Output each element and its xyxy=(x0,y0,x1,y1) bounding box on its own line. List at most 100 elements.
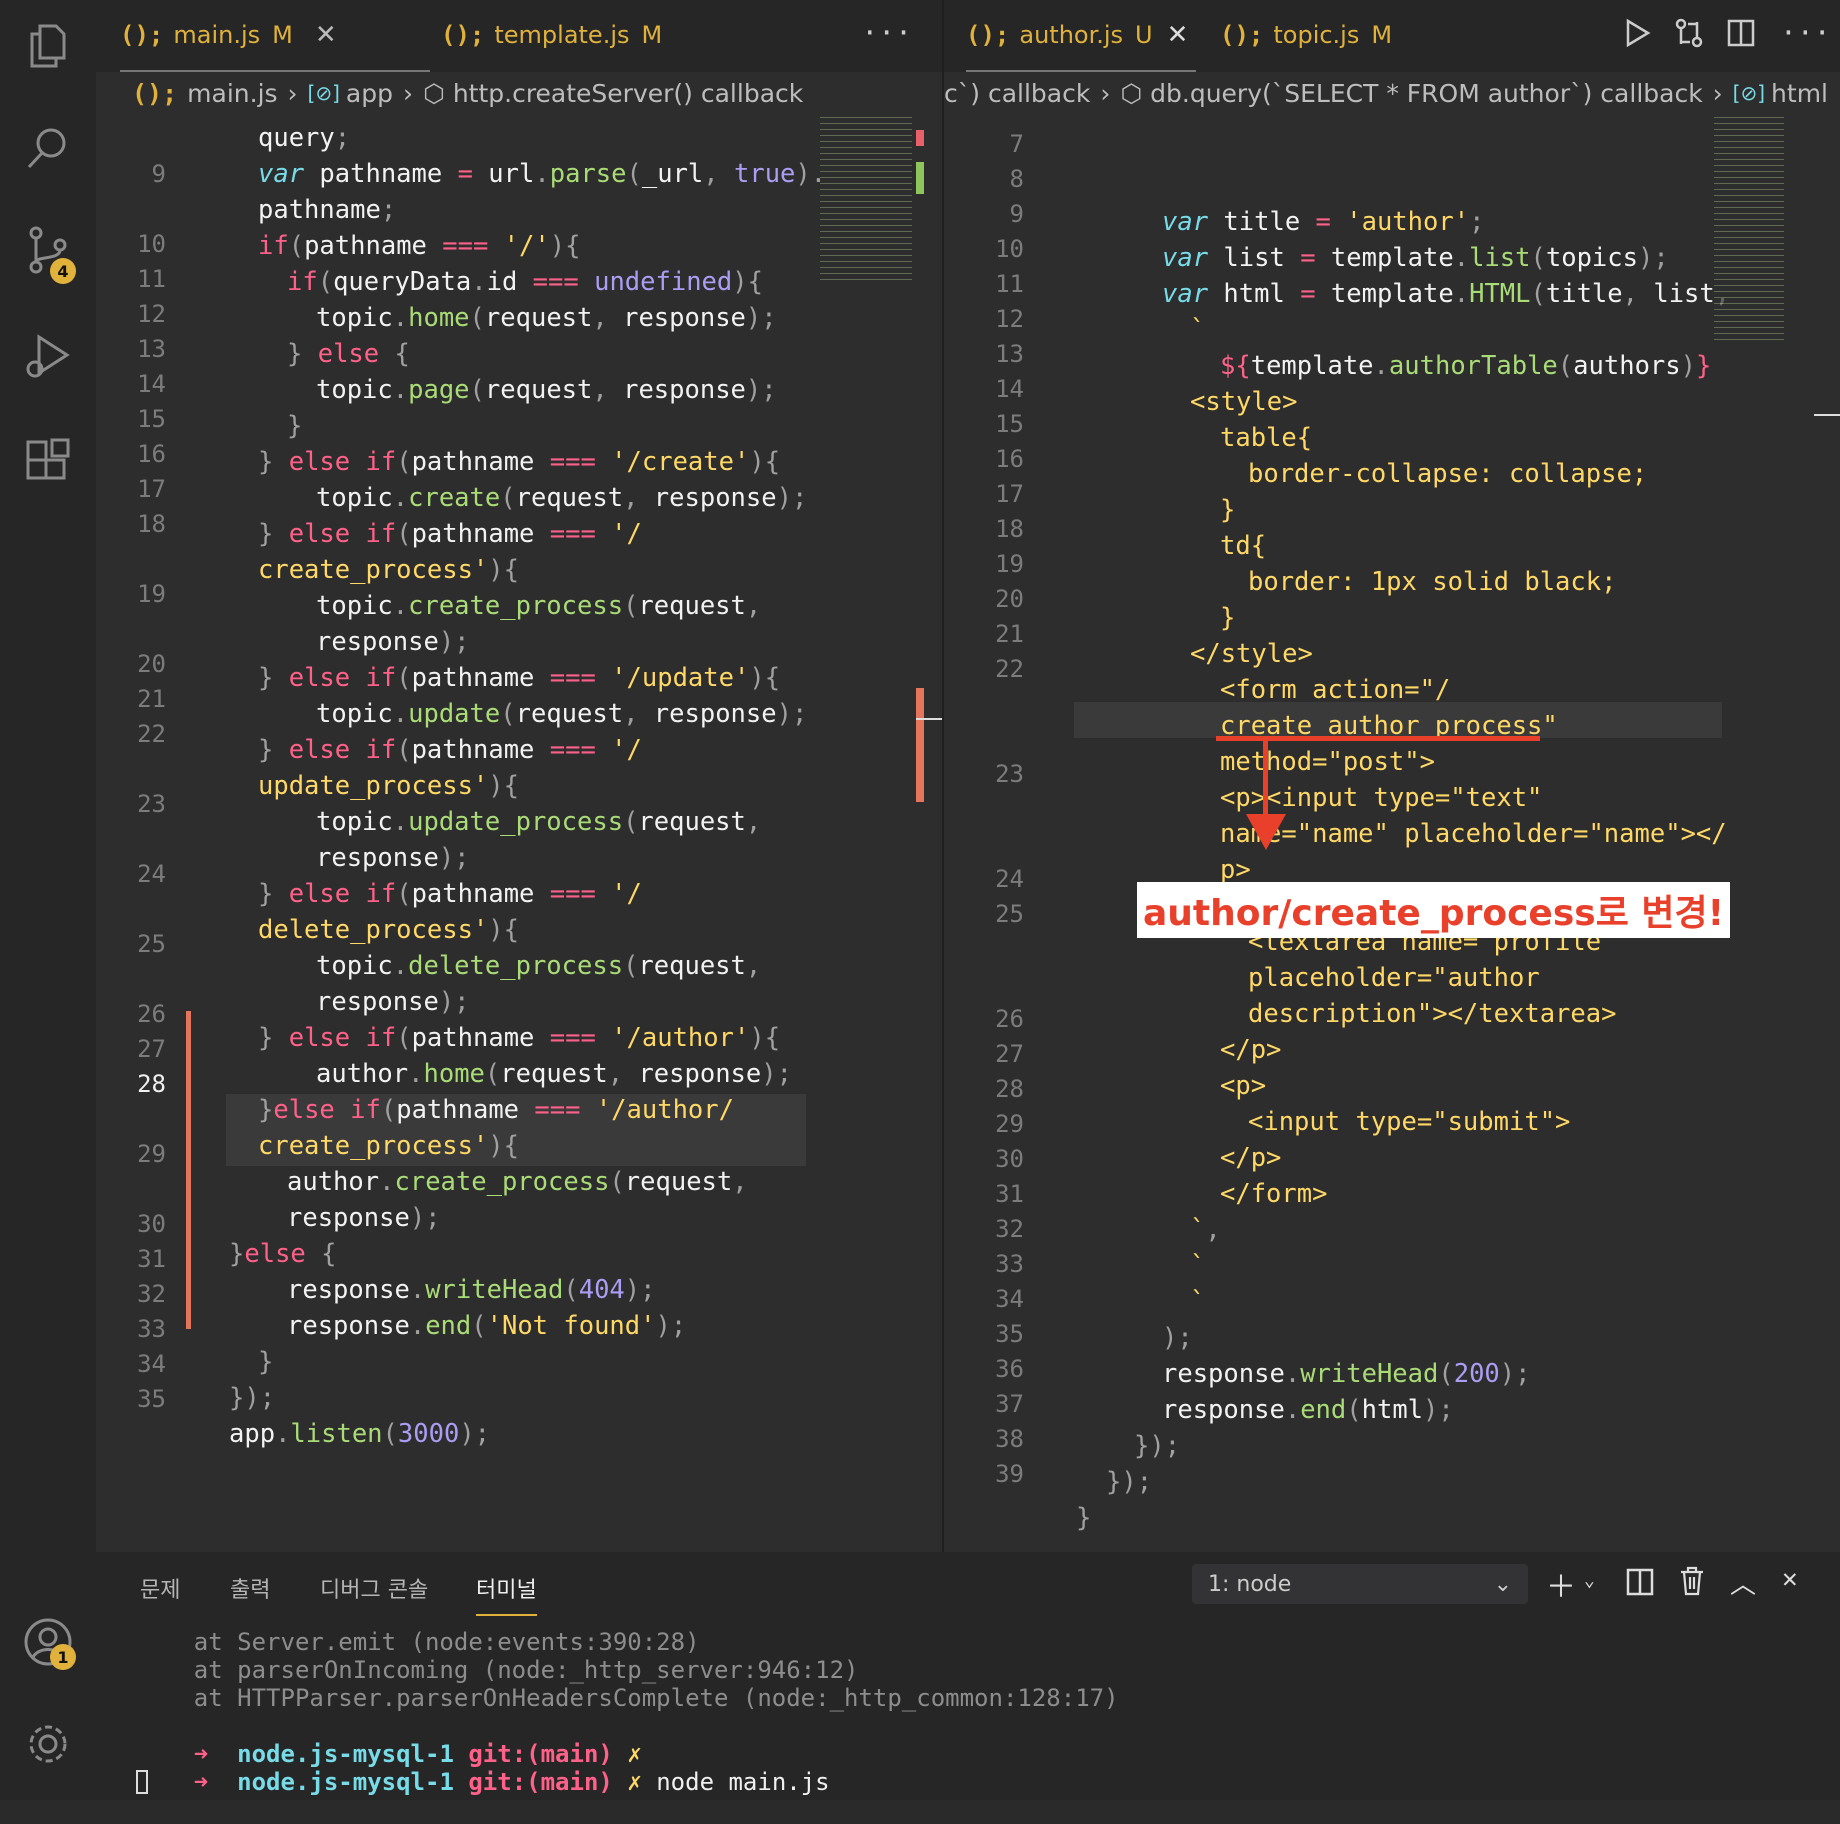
tab-label: topic.js xyxy=(1273,21,1360,49)
line-number: 18 xyxy=(995,515,1024,543)
tab-template-js[interactable]: (); template.js M xyxy=(441,0,662,70)
terminal-line: at Server.emit (node:events:390:28) xyxy=(136,1628,700,1656)
js-file-icon: (); xyxy=(441,21,485,49)
prompt-arrow-icon: ➜ xyxy=(193,1768,209,1796)
more-actions-icon[interactable]: ··· xyxy=(1780,16,1831,49)
line-number: 8 xyxy=(1009,165,1024,193)
tab-main-js[interactable]: (); main.js M ✕ xyxy=(120,0,430,72)
line-number: 15 xyxy=(137,405,166,433)
line-number: 31 xyxy=(137,1245,166,1273)
line-number: 31 xyxy=(995,1180,1024,1208)
line-number: 10 xyxy=(137,230,166,258)
code-line: } else if(pathname === '/update'){ xyxy=(258,663,781,693)
line-number: 10 xyxy=(995,235,1024,263)
code-line: var title = 'author'; xyxy=(1162,207,1485,237)
chevron-right-icon: › xyxy=(1712,78,1723,108)
code-line: } xyxy=(1076,1503,1092,1533)
code-line: topic.update_process(request, xyxy=(316,807,762,837)
breadcrumb-file[interactable]: main.js xyxy=(187,79,277,108)
chevron-down-icon[interactable]: ⌄ xyxy=(1584,1570,1595,1591)
line-number: 13 xyxy=(995,340,1024,368)
line-number: 32 xyxy=(137,1280,166,1308)
breadcrumb-symbol[interactable]: app xyxy=(346,79,393,108)
code-line: `, xyxy=(1190,1215,1221,1245)
scrollbar-thumb[interactable] xyxy=(916,718,942,720)
tab-problems[interactable]: 문제 xyxy=(140,1572,180,1604)
right-code-area[interactable]: 7 8 9 10 11 12 13 14 15 16 17 18 19 20 2… xyxy=(944,114,1840,1552)
tab-terminal[interactable]: 터미널 xyxy=(476,1572,537,1616)
code-line: var html = template.HTML(title, list, xyxy=(1162,279,1730,309)
settings-gear-icon[interactable] xyxy=(22,1718,74,1770)
line-number: 25 xyxy=(137,930,166,958)
trash-icon[interactable] xyxy=(1678,1566,1706,1600)
code-line: }else if(pathname === '/author/ xyxy=(258,1095,734,1125)
code-line: } else if(pathname === '/ xyxy=(258,519,642,549)
cube-icon: ⬡ xyxy=(1120,78,1143,108)
code-line: }); xyxy=(229,1383,276,1413)
line-number: 35 xyxy=(995,1320,1024,1348)
line-number: 29 xyxy=(995,1110,1024,1138)
tab-label: author.js xyxy=(1019,21,1124,49)
split-editor-icon[interactable] xyxy=(1726,18,1756,52)
code-line: } else if(pathname === '/ xyxy=(258,879,642,909)
run-icon[interactable] xyxy=(1622,18,1652,52)
breadcrumb: c`) callback › ⬡ db.query(`SELECT * FROM… xyxy=(944,72,1840,114)
tab-debug-console[interactable]: 디버그 콘솔 xyxy=(320,1572,428,1604)
left-code-area[interactable]: 9 10 11 12 13 14 15 16 17 18 19 20 21 22… xyxy=(96,114,942,1552)
terminal-line: at HTTPParser.parserOnHeadersComplete (n… xyxy=(136,1684,1119,1712)
prompt-command: node main.js xyxy=(656,1768,830,1796)
code-line: border: 1px solid black; xyxy=(1248,567,1617,597)
line-number: 20 xyxy=(137,650,166,678)
tab-topic-js[interactable]: (); topic.js M xyxy=(1220,0,1392,70)
right-tab-bar: (); author.js U ✕ (); topic.js M ··· xyxy=(944,0,1840,72)
line-number: 17 xyxy=(995,480,1024,508)
maximize-panel-icon[interactable]: ︿ xyxy=(1730,1564,1756,1601)
minimap[interactable] xyxy=(1714,114,1784,344)
line-number: 33 xyxy=(995,1250,1024,1278)
run-debug-icon[interactable] xyxy=(22,330,74,382)
line-number: 24 xyxy=(995,865,1024,893)
explorer-icon[interactable] xyxy=(22,20,74,72)
breadcrumb-symbol[interactable]: db.query(`SELECT * FROM author`) callbac… xyxy=(1150,79,1703,108)
scrollbar-thumb[interactable] xyxy=(1814,414,1840,416)
close-icon[interactable]: ✕ xyxy=(1167,20,1189,50)
code-line: } else if(pathname === '/create'){ xyxy=(258,447,781,477)
tab-output[interactable]: 출력 xyxy=(230,1572,270,1604)
line-number: 13 xyxy=(137,335,166,363)
prompt-git: git:(main) xyxy=(468,1768,613,1796)
split-terminal-icon[interactable] xyxy=(1626,1568,1654,1600)
close-panel-icon[interactable]: ✕ xyxy=(1782,1564,1798,1594)
breadcrumb-symbol[interactable]: http.createServer() callback xyxy=(453,79,803,108)
accounts-badge: 1 xyxy=(50,1644,76,1670)
line-number: 12 xyxy=(995,305,1024,333)
tab-label: main.js xyxy=(173,21,261,49)
code-line: pathname; xyxy=(258,195,397,225)
tab-label: template.js xyxy=(494,21,630,49)
more-actions-icon[interactable]: ··· xyxy=(861,16,912,49)
minimap[interactable] xyxy=(820,114,912,284)
breadcrumb-symbol[interactable]: html xyxy=(1771,79,1828,108)
line-number: 37 xyxy=(995,1390,1024,1418)
line-number: 14 xyxy=(995,375,1024,403)
code-line: topic.delete_process(request, xyxy=(316,951,762,981)
line-number: 17 xyxy=(137,475,166,503)
code-line: update_process'){ xyxy=(258,771,520,801)
code-line: }else { xyxy=(229,1239,337,1269)
line-number: 9 xyxy=(1009,200,1024,228)
tab-author-js[interactable]: (); author.js U ✕ xyxy=(966,0,1196,72)
tab-status: M xyxy=(272,21,293,49)
search-icon[interactable] xyxy=(22,122,74,174)
js-file-icon: (); xyxy=(1220,21,1264,49)
line-number: 22 xyxy=(995,655,1024,683)
line-number: 39 xyxy=(995,1460,1024,1488)
close-icon[interactable]: ✕ xyxy=(315,20,337,50)
new-terminal-icon[interactable]: ＋ xyxy=(1546,1562,1576,1606)
code-line: author.home(request, response); xyxy=(316,1059,792,1089)
extensions-icon[interactable] xyxy=(22,436,74,488)
terminal-prompt[interactable]: ➜ node.js-mysql-1 git:(main) ✗ node main… xyxy=(136,1740,830,1824)
compare-changes-icon[interactable] xyxy=(1674,18,1704,52)
code-line: topic.home(request, response); xyxy=(316,303,777,333)
terminal-select[interactable]: 1: node ⌄ xyxy=(1192,1564,1528,1604)
code-line: name="name" placeholder="name"></ xyxy=(1220,819,1727,849)
breadcrumb-symbol[interactable]: c`) callback xyxy=(944,79,1090,108)
